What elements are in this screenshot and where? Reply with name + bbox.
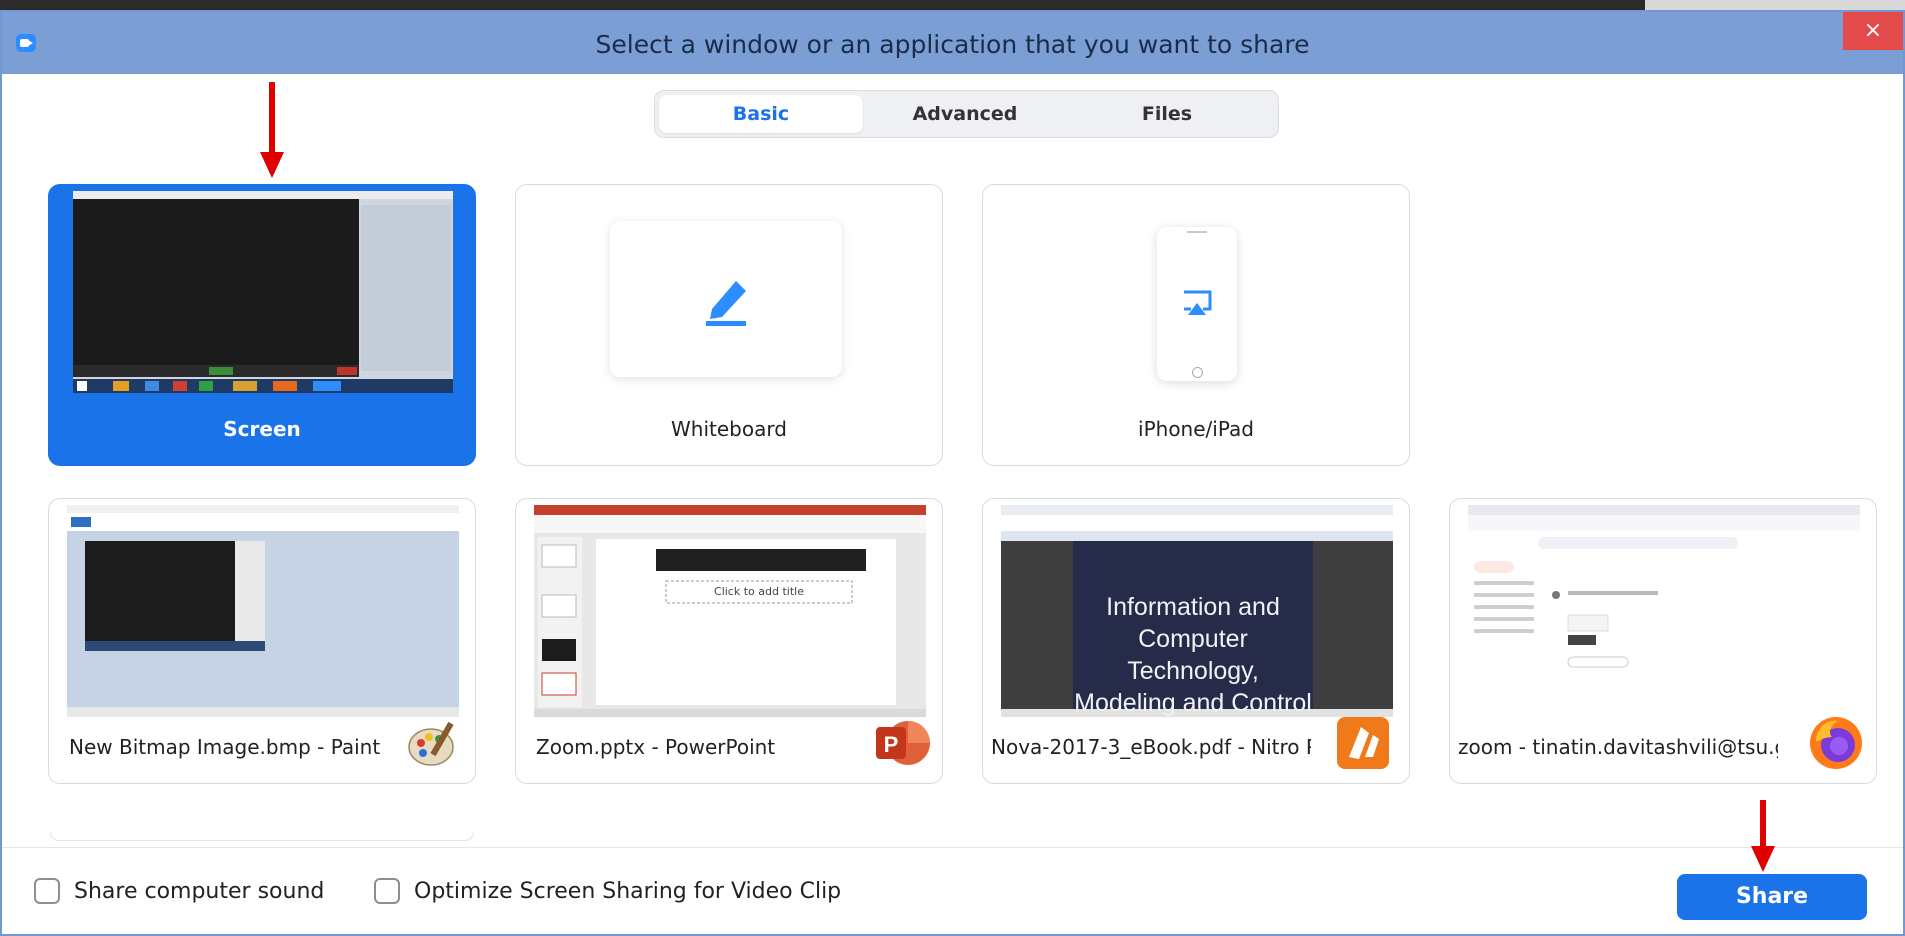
pdf-cover-title: Information and Computer Technology, Mod… bbox=[1073, 591, 1313, 717]
source-label-screen: Screen bbox=[223, 417, 301, 441]
annotation-arrow-down bbox=[260, 82, 284, 178]
share-tabs: Basic Advanced Files bbox=[654, 90, 1279, 138]
close-button[interactable]: × bbox=[1843, 12, 1903, 50]
whiteboard-preview bbox=[610, 221, 842, 377]
share-sound-label: Share computer sound bbox=[74, 878, 325, 904]
window-card-paint[interactable]: New Bitmap Image.bmp - Paint bbox=[48, 498, 476, 784]
powerpoint-icon: P bbox=[876, 721, 930, 765]
nitro-icon bbox=[1337, 717, 1389, 769]
window-card-firefox[interactable]: zoom - tinatin.davitashvili@tsu.g... bbox=[1449, 498, 1877, 784]
gmail-thumbnail bbox=[1468, 505, 1860, 717]
optimize-video-label: Optimize Screen Sharing for Video Clip bbox=[414, 878, 842, 904]
window-card-nitro[interactable]: Information and Computer Technology, Mod… bbox=[982, 498, 1410, 784]
ppt-title-placeholder: Click to add title bbox=[714, 585, 804, 598]
source-card-whiteboard[interactable]: Whiteboard bbox=[515, 184, 943, 466]
svg-text:P: P bbox=[884, 732, 899, 757]
partial-card-edge bbox=[50, 832, 474, 841]
source-card-iphone[interactable]: iPhone/iPad bbox=[982, 184, 1410, 466]
share-dialog: Select a window or an application that y… bbox=[0, 10, 1905, 936]
window-label-nitro: Nova-2017-3_eBook.pdf - Nitro P... bbox=[991, 735, 1311, 759]
phone-preview bbox=[1157, 227, 1237, 381]
window-title: Select a window or an application that y… bbox=[595, 30, 1310, 59]
pdf-title-line: Information and bbox=[1106, 593, 1280, 621]
window-card-powerpoint[interactable]: Click to add title Zoom.pptx - PowerPoin… bbox=[515, 498, 943, 784]
pdf-title-line: Computer Technology, bbox=[1127, 625, 1259, 685]
paint-thumbnail bbox=[67, 505, 459, 717]
tab-basic[interactable]: Basic bbox=[659, 95, 863, 133]
powerpoint-thumbnail: Click to add title bbox=[534, 505, 926, 717]
share-sound-option[interactable]: Share computer sound bbox=[34, 876, 324, 906]
tab-advanced[interactable]: Advanced bbox=[865, 95, 1065, 133]
annotation-arrow-down bbox=[1751, 800, 1775, 872]
footer-divider bbox=[2, 847, 1903, 848]
airplay-icon bbox=[1184, 290, 1212, 315]
source-label-iphone: iPhone/iPad bbox=[1138, 417, 1254, 441]
optimize-video-checkbox[interactable] bbox=[374, 878, 400, 904]
screen-thumbnail bbox=[73, 191, 453, 393]
window-label-paint: New Bitmap Image.bmp - Paint bbox=[69, 735, 381, 759]
title-bar: Select a window or an application that y… bbox=[2, 12, 1903, 74]
pdf-thumbnail: Information and Computer Technology, Mod… bbox=[1001, 505, 1393, 717]
window-label-firefox: zoom - tinatin.davitashvili@tsu.g... bbox=[1458, 735, 1778, 759]
optimize-video-option[interactable]: Optimize Screen Sharing for Video Clip bbox=[374, 876, 841, 906]
tab-files[interactable]: Files bbox=[1067, 95, 1267, 133]
paint-icon bbox=[408, 721, 454, 766]
share-button[interactable]: Share bbox=[1677, 874, 1867, 920]
window-label-powerpoint: Zoom.pptx - PowerPoint bbox=[536, 735, 776, 759]
pdf-title-line: Modeling and Control bbox=[1074, 689, 1312, 717]
firefox-icon bbox=[1810, 717, 1862, 769]
source-card-screen[interactable]: Screen bbox=[48, 184, 476, 466]
source-label-whiteboard: Whiteboard bbox=[671, 417, 787, 441]
pencil-icon bbox=[706, 281, 746, 326]
share-sound-checkbox[interactable] bbox=[34, 878, 60, 904]
